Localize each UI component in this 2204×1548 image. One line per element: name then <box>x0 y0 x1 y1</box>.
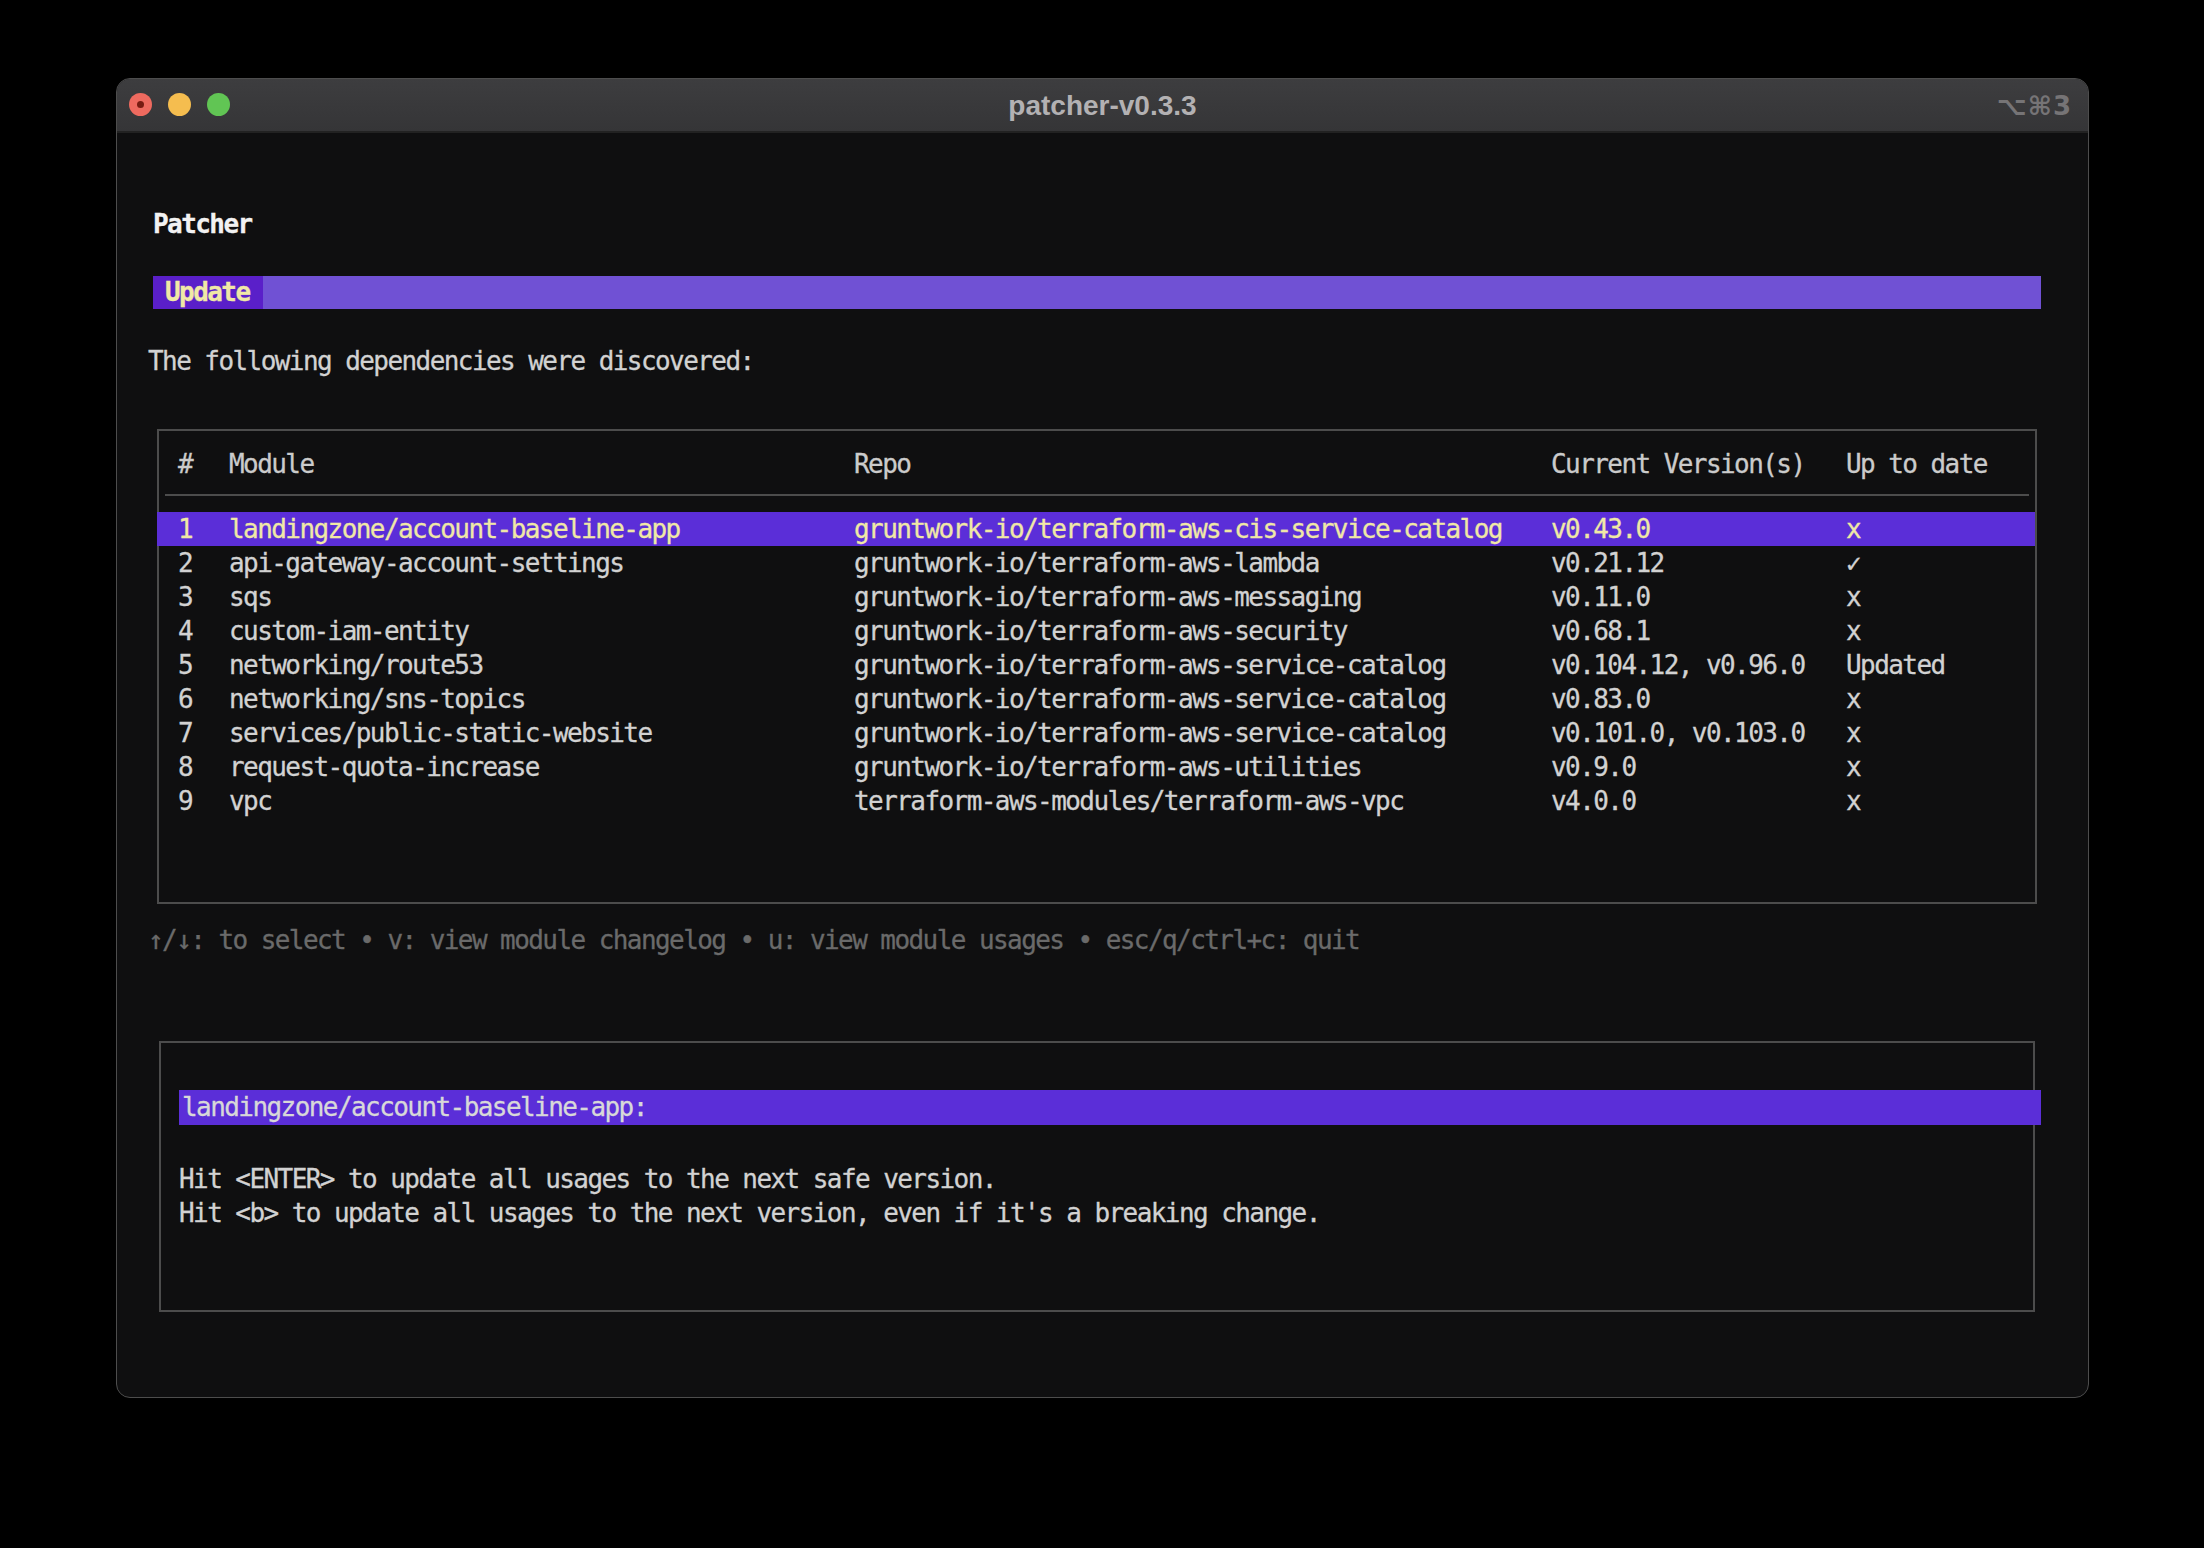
cell-status: x <box>1846 716 1860 750</box>
cell-num: 2 <box>178 546 192 580</box>
cell-module: networking/sns-topics <box>229 682 525 716</box>
selected-module-banner: landingzone/account-baseline-app: <box>179 1090 2041 1125</box>
header-module: Module <box>229 447 314 481</box>
cell-versions: v0.9.0 <box>1551 750 1636 784</box>
cell-num: 5 <box>178 648 192 682</box>
cell-module: services/public-static-website <box>229 716 652 750</box>
cell-versions: v0.101.0, v0.103.0 <box>1551 716 1805 750</box>
window-title: patcher-v0.3.3 <box>117 79 2088 133</box>
app-heading: Patcher <box>153 207 252 241</box>
cell-status: x <box>1846 682 1860 716</box>
cell-num: 6 <box>178 682 192 716</box>
cell-repo: gruntwork-io/terraform-aws-service-catal… <box>854 648 1446 682</box>
cell-status: x <box>1846 750 1860 784</box>
cell-versions: v0.11.0 <box>1551 580 1650 614</box>
cell-repo: gruntwork-io/terraform-aws-service-catal… <box>854 682 1446 716</box>
cell-module: sqs <box>229 580 271 614</box>
cell-repo: terraform-aws-modules/terraform-aws-vpc <box>854 784 1403 818</box>
table-row[interactable]: 5 networking/route53 gruntwork-io/terrafor… <box>159 648 2035 682</box>
header-versions: Current Version(s) <box>1551 447 1805 481</box>
header-separator <box>165 494 2029 496</box>
cell-versions: v0.21.12 <box>1551 546 1664 580</box>
cell-status: x <box>1846 512 1860 546</box>
cell-repo: gruntwork-io/terraform-aws-security <box>854 614 1347 648</box>
intro-text: The following dependencies were discover… <box>148 344 754 378</box>
cell-num: 1 <box>178 512 192 546</box>
hint-breaking: Hit <b> to update all usages to the next… <box>179 1196 1320 1230</box>
cell-repo: gruntwork-io/terraform-aws-cis-service-c… <box>854 512 1502 546</box>
table-row[interactable]: 9 vpc terraform-aws-modules/terraform-aws-… <box>159 784 2035 818</box>
table-row[interactable]: 3 sqs gruntwork-io/terraform-aws-messaging… <box>159 580 2035 614</box>
cell-module: networking/route53 <box>229 648 483 682</box>
window-titlebar[interactable]: patcher-v0.3.3 ⌥⌘3 <box>117 79 2088 133</box>
cell-versions: v0.104.12, v0.96.0 <box>1551 648 1805 682</box>
cell-status: x <box>1846 784 1860 818</box>
table-row[interactable]: 1 landingzone/account-baseline-app gruntwo… <box>157 512 2035 546</box>
table-row[interactable]: 7 services/public-static-website gruntwork… <box>159 716 2035 750</box>
table-row[interactable]: 2 api-gateway-account-settings gruntwork-i… <box>159 546 2035 580</box>
cell-module: custom-iam-entity <box>229 614 468 648</box>
cell-versions: v0.43.0 <box>1551 512 1650 546</box>
cell-status: x <box>1846 614 1860 648</box>
cell-status: ✓ <box>1846 546 1860 580</box>
cell-repo: gruntwork-io/terraform-aws-lambda <box>854 546 1319 580</box>
cell-repo: gruntwork-io/terraform-aws-service-catal… <box>854 716 1446 750</box>
tab-bar: Update <box>153 276 2041 309</box>
header-num: # <box>178 447 192 481</box>
cell-num: 8 <box>178 750 192 784</box>
cell-versions: v0.68.1 <box>1551 614 1650 648</box>
cell-module: vpc <box>229 784 271 818</box>
cell-num: 9 <box>178 784 192 818</box>
cell-num: 7 <box>178 716 192 750</box>
cell-num: 4 <box>178 614 192 648</box>
table-row[interactable]: 8 request-quota-increase gruntwork-io/terr… <box>159 750 2035 784</box>
cell-versions: v4.0.0 <box>1551 784 1636 818</box>
header-up-to-date: Up to date <box>1846 447 1987 481</box>
cell-module: request-quota-increase <box>229 750 539 784</box>
hint-enter: Hit <ENTER> to update all usages to the … <box>179 1162 996 1196</box>
cell-module: landingzone/account-baseline-app <box>229 512 680 546</box>
help-bar: ↑/↓: to select • v: view module changelo… <box>148 923 1359 957</box>
dependencies-table: # Module Repo Current Version(s) Up to d… <box>157 429 2037 904</box>
cell-versions: v0.83.0 <box>1551 682 1650 716</box>
table-row[interactable]: 4 custom-iam-entity gruntwork-io/terraform… <box>159 614 2035 648</box>
cell-repo: gruntwork-io/terraform-aws-messaging <box>854 580 1361 614</box>
terminal-content: Patcher Update The following dependencie… <box>117 133 2088 1397</box>
table-header-row: # Module Repo Current Version(s) Up to d… <box>159 447 2035 481</box>
cell-module: api-gateway-account-settings <box>229 546 623 580</box>
cell-repo: gruntwork-io/terraform-aws-utilities <box>854 750 1361 784</box>
cell-status: Updated <box>1846 648 1945 682</box>
header-repo: Repo <box>854 447 910 481</box>
cell-status: x <box>1846 580 1860 614</box>
table-row[interactable]: 6 networking/sns-topics gruntwork-io/terra… <box>159 682 2035 716</box>
terminal-window: patcher-v0.3.3 ⌥⌘3 Patcher Update The fo… <box>116 78 2089 1398</box>
tab-update[interactable]: Update <box>153 276 263 309</box>
window-shortcut-badge: ⌥⌘3 <box>1997 79 2072 133</box>
cell-num: 3 <box>178 580 192 614</box>
